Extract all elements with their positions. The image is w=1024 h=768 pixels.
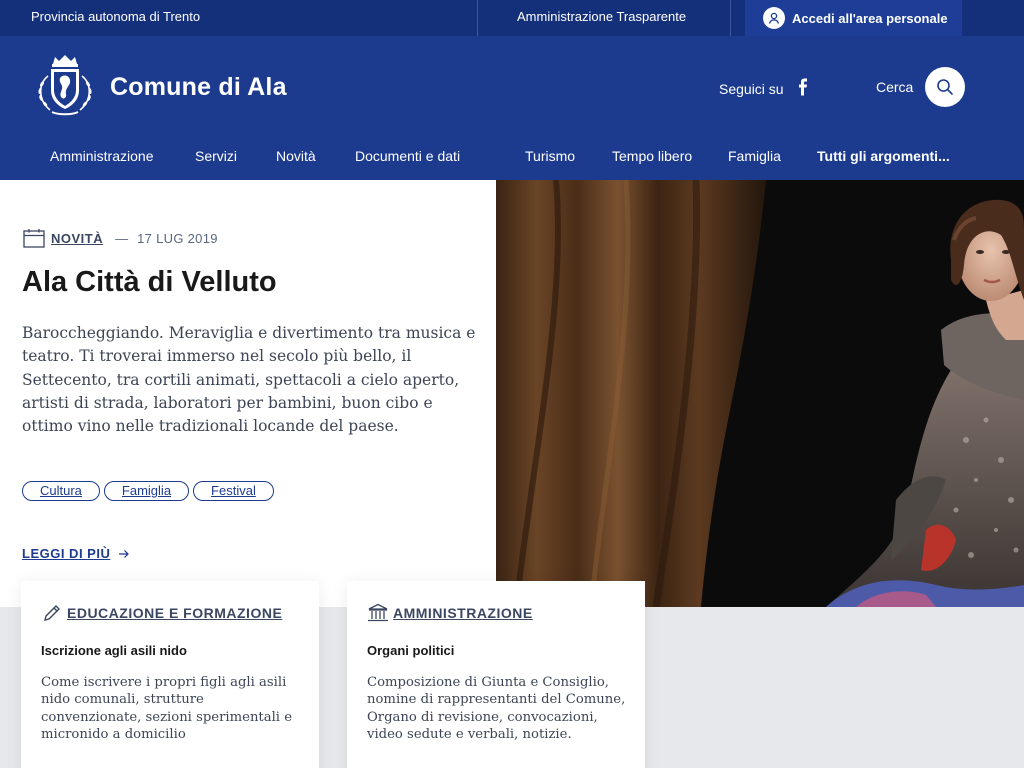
nav-item-services[interactable]: Servizi [195,148,237,164]
read-more-link[interactable]: LEGGI DI PIÙ [22,546,130,561]
hero-content: NOVITÀ — 17 LUG 2019 Ala Città di Vellut… [0,180,496,580]
nav-item-family[interactable]: Famiglia [728,148,781,164]
tag-culture[interactable]: Cultura [22,481,100,501]
card-text: Come iscrivere i propri figli agli asili… [41,675,293,742]
government-building-icon [368,603,388,622]
hero-description: Baroccheggiando. Meraviglia e divertimen… [22,324,476,436]
hero-photo-illustration [496,180,1024,607]
nav-item-administration[interactable]: Amministrazione [50,148,153,164]
card-category-label: AMMINISTRAZIONE [393,605,533,621]
hero-title[interactable]: Ala Città di Velluto [22,266,277,299]
topic-card[interactable]: AMMINISTRAZIONE Organi politici Composiz… [347,581,645,768]
facebook-icon [798,78,807,96]
search-area: Cerca [876,67,966,107]
calendar-icon [23,229,45,248]
login-label: Accedi all'area personale [792,10,948,26]
card-text: Composizione di Giunta e Consiglio, nomi… [367,675,626,742]
nav-item-free-time[interactable]: Tempo libero [612,148,692,164]
card-category-link[interactable]: AMMINISTRAZIONE [367,603,533,623]
search-icon [937,79,954,95]
tag-family[interactable]: Famiglia [103,481,190,501]
hero-meta: NOVITÀ — 17 LUG 2019 [23,228,218,248]
card-category-link[interactable]: EDUCAZIONE E FORMAZIONE [41,603,282,623]
card-category-label: EDUCAZIONE E FORMAZIONE [67,605,283,621]
region-link[interactable]: Provincia autonoma di Trento [31,0,200,36]
hero-image[interactable] [496,180,1024,607]
social-links: Seguici su [719,78,810,99]
topic-card[interactable]: EDUCAZIONE E FORMAZIONE Iscrizione agli … [21,581,319,768]
hero-category-link[interactable]: NOVITÀ [51,231,103,246]
nav-item-documents[interactable]: Documenti e dati [355,148,460,164]
user-icon [763,7,785,29]
card-title[interactable]: Organi politici [367,643,454,658]
site-name: Comune di Ala [110,72,287,101]
hero-date: 17 LUG 2019 [137,230,218,246]
search-button[interactable] [925,67,966,107]
coat-of-arms-logo [38,55,92,116]
facebook-link[interactable] [784,78,810,99]
login-button[interactable]: Accedi all'area personale [745,0,962,36]
arrow-right-icon [119,549,130,558]
top-bar: Provincia autonoma di Trento Amministraz… [0,0,1024,36]
main-nav: Amministrazione Servizi Novità Documenti… [0,144,1024,170]
hero-tags: Cultura Famiglia Festival [22,481,274,501]
divider [730,0,731,36]
site-header: Comune di Ala Seguici su Cerca Amministr… [0,36,1024,180]
home-link[interactable]: Comune di Ala [32,54,287,120]
tag-festival[interactable]: Festival [193,481,274,501]
nav-item-tourism[interactable]: Turismo [525,148,575,164]
search-label: Cerca [876,79,914,95]
pencil-icon [44,605,60,621]
meta-separator: — [115,230,129,246]
divider [477,0,478,36]
read-more-label: LEGGI DI PIÙ [22,546,111,561]
transparency-link[interactable]: Amministrazione Trasparente [517,0,686,36]
card-title[interactable]: Iscrizione agli asili nido [41,643,187,658]
nav-item-all-topics[interactable]: Tutti gli argomenti... [817,148,950,164]
nav-item-news[interactable]: Novità [276,148,316,164]
follow-label: Seguici su [719,80,784,97]
